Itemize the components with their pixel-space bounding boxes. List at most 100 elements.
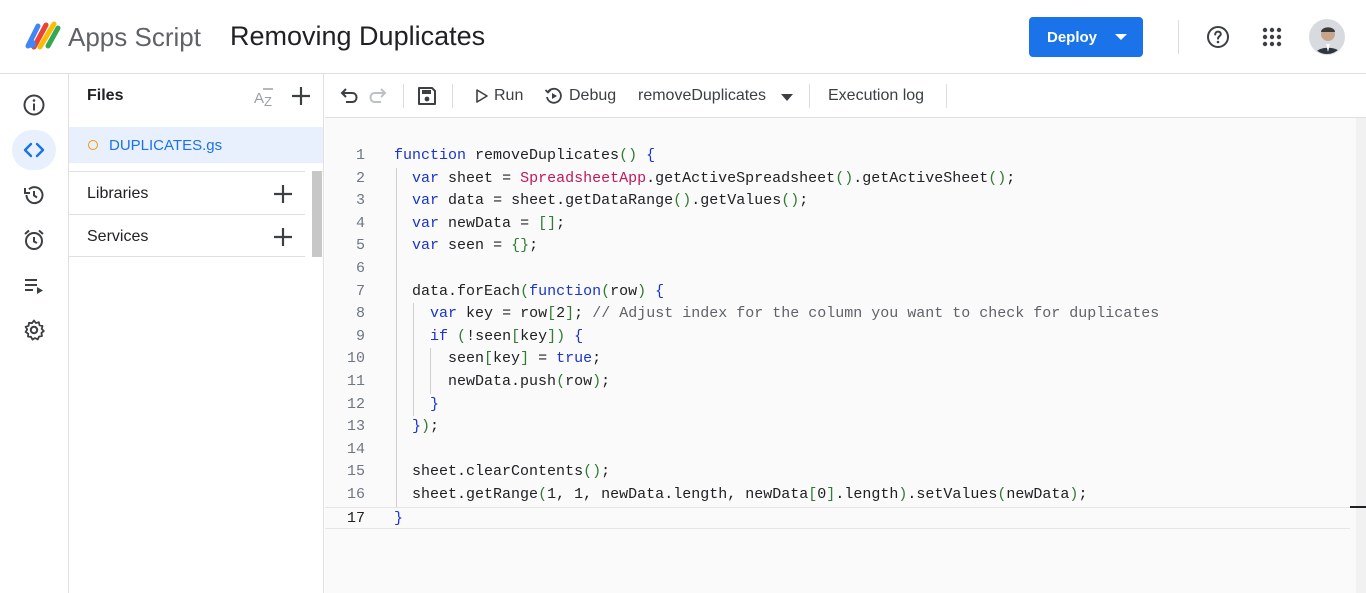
google-apps-icon[interactable]	[1262, 27, 1282, 47]
code-bracket: {	[574, 327, 584, 345]
top-header: Apps Script Removing Duplicates Deploy	[0, 0, 1366, 74]
rail-settings[interactable]	[12, 310, 56, 350]
header-divider	[1178, 20, 1179, 54]
code-identifier: forEach	[457, 282, 521, 300]
code-line[interactable]: 15 sheet.clearContents();	[325, 461, 1350, 484]
left-rail	[0, 74, 69, 593]
deploy-button[interactable]: Deploy	[1029, 17, 1143, 57]
code-identifier: sheet	[412, 486, 458, 503]
code-bracket: (	[457, 327, 467, 345]
files-scrollbar[interactable]	[312, 171, 322, 257]
code-bracket: [	[484, 350, 494, 368]
history-icon	[24, 186, 44, 205]
line-number: 6	[355, 260, 365, 277]
app-name: Apps Script	[68, 22, 201, 52]
code-keyword: var	[412, 237, 440, 255]
add-service-icon[interactable]	[272, 226, 294, 248]
help-icon[interactable]	[1206, 25, 1230, 49]
code-source: }	[394, 394, 439, 417]
code-comment: // Adjust index for the column you want …	[592, 305, 1160, 323]
add-file-icon[interactable]	[290, 85, 312, 107]
code-bracket: (	[781, 192, 791, 210]
code-text: ;	[601, 463, 611, 481]
code-line[interactable]: 17}	[325, 506, 1350, 530]
line-number: 15	[346, 463, 365, 481]
avatar-photo-icon	[1310, 20, 1344, 54]
code-line[interactable]: 4 var newData = [];	[325, 213, 1350, 236]
rail-project-history[interactable]	[12, 175, 56, 215]
code-line[interactable]: 14	[325, 439, 1350, 462]
code-text: .	[646, 169, 656, 187]
code-bracket: {	[511, 237, 521, 255]
code-bracket: (	[673, 192, 683, 210]
code-identifier: newData	[1006, 486, 1070, 503]
code-bracket: [	[808, 486, 818, 503]
code-bracket: )	[421, 418, 431, 436]
unsaved-dot-icon	[88, 140, 98, 150]
code-editor[interactable]: 1 function removeDuplicates() {2 var shee…	[325, 118, 1366, 593]
code-text: =	[502, 169, 512, 187]
save-icon[interactable]	[416, 85, 438, 107]
file-item-duplicates[interactable]: DUPLICATES.gs	[69, 127, 323, 163]
line-number: 10	[346, 350, 365, 368]
project-title[interactable]: Removing Duplicates	[230, 21, 485, 52]
rail-editor[interactable]	[12, 130, 56, 170]
code-line[interactable]: 16 sheet.getRange(1, 1, newData.length, …	[325, 484, 1350, 507]
code-source: var seen = {};	[394, 235, 538, 258]
services-section[interactable]: Services	[69, 214, 305, 257]
redo-icon[interactable]	[368, 85, 390, 107]
execution-log-button[interactable]: Execution log	[828, 87, 924, 105]
code-line[interactable]: 7 data.forEach(function(row) {	[325, 281, 1350, 304]
line-number: 7	[355, 282, 365, 300]
rail-triggers[interactable]	[12, 220, 56, 260]
code-bracket: )	[898, 486, 908, 503]
code-line[interactable]: 13 });	[325, 416, 1350, 439]
code-text: =	[493, 237, 503, 255]
code-line[interactable]: 2 var sheet = SpreadsheetApp.getActiveSp…	[325, 168, 1350, 191]
code-icon	[23, 142, 45, 158]
libraries-section[interactable]: Libraries	[69, 171, 305, 214]
code-line[interactable]: 9 if (!seen[key]) {	[325, 326, 1350, 349]
code-line[interactable]: 5 var seen = {};	[325, 235, 1350, 258]
sort-az-icon[interactable]: A Z	[253, 86, 277, 108]
code-bracket: ]	[826, 486, 836, 503]
code-text: .	[691, 192, 701, 210]
code-text: ;	[574, 305, 584, 323]
apps-script-logo-icon[interactable]	[24, 20, 62, 50]
undo-icon[interactable]	[337, 85, 359, 107]
code-text: .	[457, 486, 467, 503]
code-identifier: getRange	[466, 486, 539, 503]
code-line[interactable]: 1 function removeDuplicates() {	[325, 145, 1350, 168]
indent-guide	[396, 167, 397, 507]
avatar[interactable]	[1309, 19, 1345, 55]
code-line[interactable]: 6	[325, 258, 1350, 281]
code-line[interactable]: 3 var data = sheet.getDataRange().getVal…	[325, 190, 1350, 213]
code-line[interactable]: 10 seen[key] = true;	[325, 348, 1350, 371]
line-number: 1	[355, 147, 365, 164]
code-line[interactable]: 8 var key = row[2]; // Adjust index for …	[325, 303, 1350, 326]
debug-button[interactable]: Debug	[544, 74, 624, 118]
code-identifier: getActiveSpreadsheet	[655, 169, 836, 187]
line-number: 17	[346, 509, 365, 527]
code-text: =	[538, 350, 548, 368]
editor-scrollbar[interactable]	[1356, 118, 1366, 593]
rail-overview[interactable]	[12, 85, 56, 125]
add-library-icon[interactable]	[272, 183, 294, 205]
code-bracket: [	[538, 214, 548, 232]
rail-executions[interactable]	[12, 265, 56, 305]
play-icon	[476, 89, 488, 103]
code-source: if (!seen[key]) {	[394, 326, 583, 349]
code-bracket: {	[655, 282, 665, 300]
code-source: sheet.getRange(1, 1, newData.length, new…	[394, 484, 1087, 507]
run-button[interactable]: Run	[473, 74, 529, 118]
code-line[interactable]: 12 }	[325, 394, 1350, 417]
code-keyword: var	[412, 169, 440, 187]
code-line[interactable]: 11 newData.push(row);	[325, 371, 1350, 394]
